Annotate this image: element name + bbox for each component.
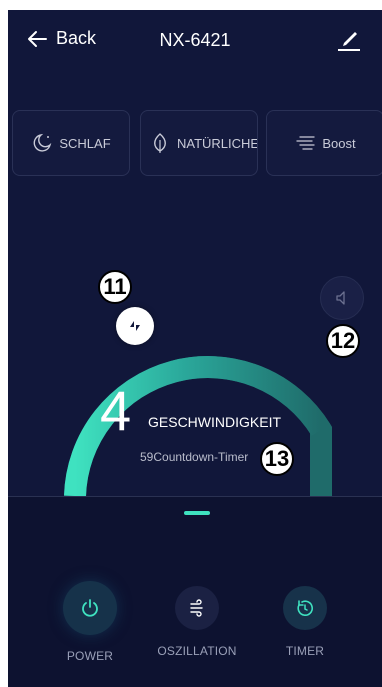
power-label: POWER — [66, 649, 114, 663]
power-icon — [82, 599, 98, 617]
mode-label: SCHLAF — [59, 135, 111, 151]
mode-natural-button[interactable]: NATÜRLICHER — [140, 110, 258, 176]
mode-label: NATÜRLICHER — [177, 135, 257, 151]
sound-button[interactable] — [320, 276, 364, 320]
timer-button[interactable] — [283, 586, 327, 630]
power-control: POWER — [45, 581, 135, 663]
drag-arrows-icon — [130, 321, 140, 331]
header: Back NX-6421 — [8, 10, 382, 70]
app-screen: Back NX-6421 SCHLAF NATÜRLICHER Boost — [8, 10, 382, 687]
oscillation-label: OSZILLATION — [157, 644, 237, 658]
speed-value: 4 — [100, 379, 132, 442]
page-title: NX-6421 — [159, 30, 231, 50]
speed-slider-knob[interactable] — [116, 307, 154, 345]
wind-lines-icon — [296, 136, 316, 150]
oscillation-icon — [190, 599, 203, 617]
oscillation-control: OSZILLATION — [152, 581, 242, 658]
timer-icon — [297, 600, 313, 616]
control-panel: POWER OSZILLATION TIMER — [8, 496, 382, 687]
leaf-icon — [154, 133, 166, 153]
annotation-badge: 13 — [260, 442, 294, 476]
countdown-text: 59Countdown-Timer — [140, 450, 249, 464]
edit-icon[interactable] — [336, 28, 362, 52]
mode-sleep-button[interactable]: SCHLAF — [12, 110, 130, 176]
moon-icon — [33, 133, 52, 152]
oscillation-button[interactable] — [175, 586, 219, 630]
annotation-badge: 12 — [326, 324, 360, 358]
panel-drag-handle[interactable] — [184, 511, 210, 515]
mode-label: Boost — [322, 135, 356, 151]
speed-label: GESCHWINDIGKEIT — [148, 414, 282, 430]
mode-boost-button[interactable]: Boost — [266, 110, 382, 176]
timer-control: TIMER — [260, 581, 350, 658]
power-button[interactable] — [63, 581, 117, 635]
speaker-icon — [336, 291, 345, 305]
timer-label: TIMER — [285, 644, 325, 658]
annotation-badge: 11 — [98, 270, 132, 304]
